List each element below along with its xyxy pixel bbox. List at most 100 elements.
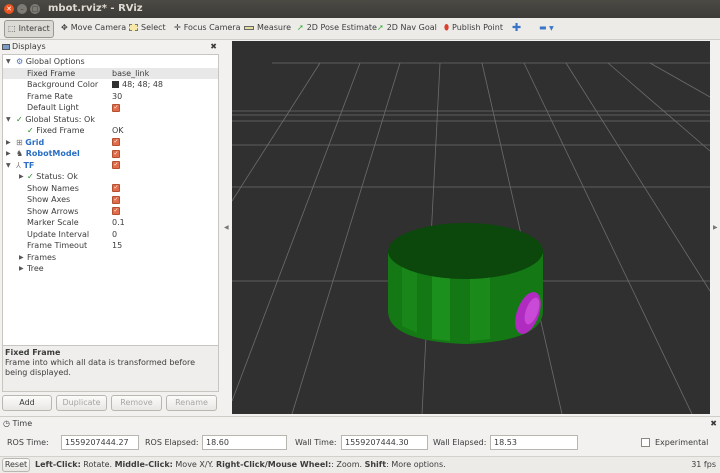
ros-time-field[interactable]: 1559207444.27 [61,435,139,450]
tool-2d-nav-goal[interactable]: ➚ 2D Nav Goal [374,20,440,38]
grid-icon: ⊞ [16,137,23,147]
show-names-checkbox[interactable]: ✓ [112,184,120,192]
tree-row-frames[interactable]: ▶ Frames [3,252,218,264]
tree-row-tree[interactable]: ▶ Tree [3,263,218,275]
expand-arrow-icon[interactable]: ▶ [6,148,11,160]
pose-arrow-icon: ➚ [297,23,304,32]
tool-move-camera[interactable]: ✥ Move Camera [58,20,129,38]
row-label: Update Interval [27,229,90,239]
description-title: Fixed Frame [5,348,61,357]
render-viewport[interactable] [232,41,710,414]
description-text: Frame into which all data is transformed… [5,358,196,377]
toolbar: ⬚ Interact ✥ Move Camera Select ✛ Focus Cam… [0,18,720,40]
background-color-value[interactable]: 48; 48; 48 [112,79,163,91]
expand-arrow-icon[interactable]: ▼ [6,160,11,172]
expand-arrow-icon[interactable]: ▶ [19,171,24,183]
tool-focus-camera[interactable]: ✛ Focus Camera [171,20,244,38]
tool-measure[interactable]: Measure [241,20,294,38]
displays-header: Displays ✖ [0,41,220,53]
duplicate-button[interactable]: Duplicate [56,395,107,411]
scene-svg [232,62,710,414]
wall-time-field[interactable]: 1559207444.30 [341,435,428,450]
hint-text: : More options. [386,460,446,469]
minimize-window-icon[interactable]: – [17,4,27,14]
add-button[interactable]: Add [2,395,52,411]
collapse-right-arrow-icon[interactable]: ▶ [713,224,718,231]
row-label: Show Axes [27,195,71,204]
row-label: ⚙ Global Options [16,56,85,68]
tree-row-update-interval[interactable]: Update Interval 0 [3,229,218,241]
expand-arrow-icon[interactable]: ▼ [6,114,11,126]
tree-row-background-color[interactable]: Background Color 48; 48; 48 [3,79,218,91]
tool-select[interactable]: Select [126,20,169,38]
row-label: ✓ Global Status: Ok [16,114,95,126]
tree-row-fixed-frame[interactable]: Fixed Frame base_link [3,67,218,80]
row-label: ✓ Status: Ok [27,171,78,183]
tool-publish-point[interactable]: ⬮ Publish Point [441,20,506,38]
close-icon[interactable]: ✖ [710,419,717,428]
tool-2d-pose-estimate[interactable]: ➚ 2D Pose Estimate [294,20,380,38]
displays-tree: ▼ ⚙ Global Options Fixed Frame base_link… [2,54,219,382]
row-label: Frame Timeout [27,241,88,250]
checkmark-icon: ✓ [27,172,34,181]
tree-row-frame-timeout[interactable]: Frame Timeout 15 [3,240,218,252]
ros-elapsed-field[interactable]: 18.60 [202,435,287,450]
row-label: Show Names [27,183,79,193]
clock-icon: ◷ [3,419,10,428]
map-pin-icon: ⬮ [444,23,450,32]
wall-elapsed-field[interactable]: 18.53 [490,435,578,450]
grid-checkbox[interactable]: ✓ [112,138,120,146]
remove-tool-button[interactable]: ▬ ▼ [536,20,557,38]
row-label: Show Arrows [27,206,79,216]
tree-row-grid[interactable]: ▶ ⊞ Grid ✓ [3,137,218,149]
close-window-icon[interactable]: ✕ [4,4,14,14]
marker-scale-value[interactable]: 0.1 [112,217,125,229]
fixed-frame-value[interactable]: base_link [112,68,149,80]
row-value: 48; 48; 48 [122,80,164,89]
row-text: TF [23,160,35,170]
tree-row-global-options[interactable]: ▼ ⚙ Global Options [3,56,218,68]
add-tool-button[interactable]: ✚ [509,20,524,38]
tree-row-global-status[interactable]: ▼ ✓ Global Status: Ok [3,114,218,126]
expand-arrow-icon[interactable]: ▶ [19,252,24,264]
remove-button[interactable]: Remove [111,395,162,411]
show-axes-checkbox[interactable]: ✓ [112,195,120,204]
frame-rate-value[interactable]: 30 [112,91,122,103]
tree-row-frame-rate[interactable]: Frame Rate 30 [3,91,218,103]
collapse-left-arrow-icon[interactable]: ◀ [224,224,229,231]
displays-title: Displays [12,42,46,51]
show-arrows-checkbox[interactable]: ✓ [112,207,120,215]
frame-timeout-value[interactable]: 15 [112,240,122,252]
default-light-checkbox[interactable]: ✓ [112,103,120,112]
tree-row-status-fixed-frame[interactable]: ✓ Fixed Frame OK [3,125,218,137]
checkmark-icon: ✓ [27,126,34,135]
tree-row-tf-status[interactable]: ▶ ✓ Status: Ok [3,171,218,183]
tf-checkbox[interactable]: ✓ [112,161,120,169]
tool-label: Measure [257,23,291,32]
nav-goal-arrow-icon: ➚ [377,23,384,32]
maximize-window-icon[interactable]: □ [30,4,40,14]
expand-arrow-icon[interactable]: ▶ [19,263,24,275]
tree-row-marker-scale[interactable]: Marker Scale 0.1 [3,217,218,229]
reset-button[interactable]: Reset [2,458,30,472]
close-icon[interactable]: ✖ [210,41,217,53]
tree-row-robotmodel[interactable]: ▶ ♞ RobotModel ✓ [3,148,218,160]
row-text: Global Status: Ok [25,114,95,124]
checkmark-icon: ✓ [16,114,23,124]
tool-interact[interactable]: ⬚ Interact [4,20,54,38]
experimental-checkbox[interactable] [641,438,650,447]
tree-row-default-light[interactable]: Default Light ✓ [3,102,218,114]
tree-row-show-names[interactable]: Show Names ✓ [3,183,218,195]
expand-arrow-icon[interactable]: ▶ [6,137,11,149]
update-interval-value[interactable]: 0 [112,229,117,241]
rename-button[interactable]: Rename [166,395,217,411]
tree-row-tf[interactable]: ▼ ⅄ TF ✓ [3,160,218,172]
tool-label: Publish Point [452,23,503,32]
displays-button-row: Add Duplicate Remove Rename [0,395,220,413]
robotmodel-checkbox[interactable]: ✓ [112,149,120,158]
row-label: Default Light [27,103,79,112]
tree-row-show-axes[interactable]: Show Axes ✓ [3,194,218,206]
plus-icon: ✚ [512,21,522,34]
tree-row-show-arrows[interactable]: Show Arrows ✓ [3,206,218,218]
expand-arrow-icon[interactable]: ▼ [6,56,11,68]
